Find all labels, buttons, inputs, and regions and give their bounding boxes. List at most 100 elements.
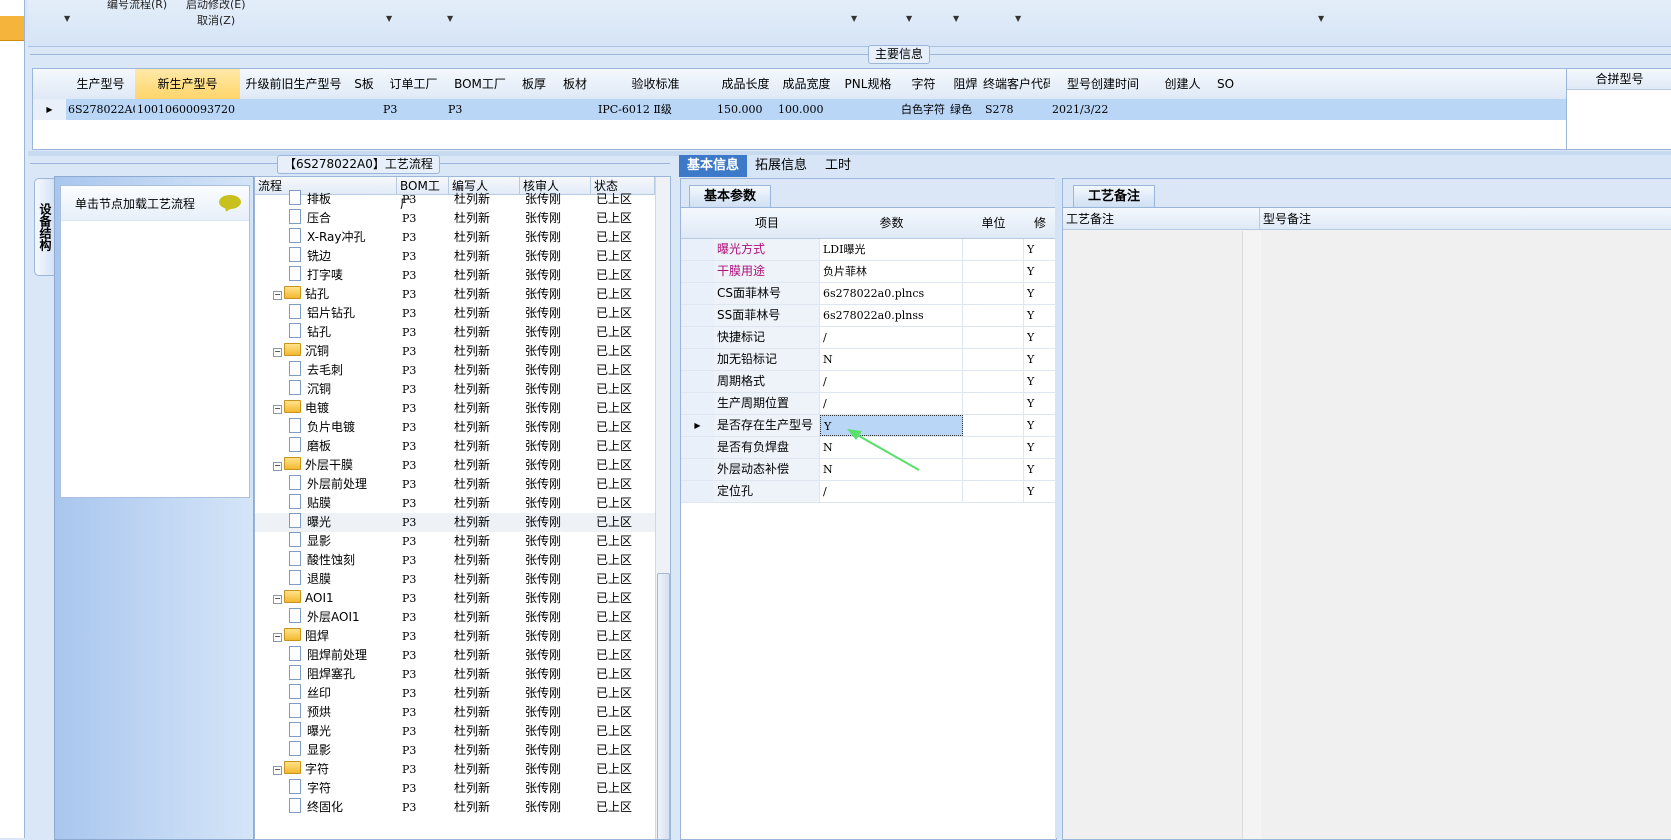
param-value-cell[interactable]: 负片菲林	[820, 261, 963, 282]
main-col-header[interactable]: 升级前旧生产型号	[240, 69, 348, 99]
tab-1[interactable]: 拓展信息	[747, 155, 815, 177]
process-row[interactable]: 打字唛 P3 杜列新 张传刚 已上区	[255, 266, 655, 285]
process-row[interactable]: 显影 P3 杜列新 张传刚 已上区	[255, 532, 655, 551]
main-cell[interactable]	[242, 99, 347, 120]
param-value-cell[interactable]: LDI曝光	[820, 239, 963, 260]
process-row[interactable]: 去毛刺 P3 杜列新 张传刚 已上区	[255, 361, 655, 380]
remark-scrollbar[interactable]	[1242, 231, 1261, 839]
main-cell[interactable]	[839, 99, 899, 120]
param-col-header[interactable]: 修	[1024, 208, 1057, 239]
main-col-header[interactable]: 型号创建时间	[1050, 69, 1157, 99]
main-col-header[interactable]: PNL规格	[837, 69, 900, 99]
main-cell[interactable]: 150.000	[717, 99, 776, 120]
process-row[interactable]: 丝印 P3 杜列新 张传刚 已上区	[255, 684, 655, 703]
param-row[interactable]: SS面菲林号 6s278022a0.plnss Y	[681, 305, 1056, 327]
dropdown-arrow-icon[interactable]: ▼	[953, 14, 959, 23]
process-row[interactable]: 沉铜 P3 杜列新 张传刚 已上区	[255, 380, 655, 399]
process-row[interactable]: 铝片钻孔 P3 杜列新 张传刚 已上区	[255, 304, 655, 323]
param-col-header[interactable]: 单位	[963, 208, 1025, 239]
process-row[interactable]: 钻孔 P3 杜列新 张传刚 已上区	[255, 323, 655, 342]
main-cell[interactable]: P3	[383, 99, 446, 120]
main-col-header[interactable]: 板材	[554, 69, 597, 99]
main-cell[interactable]: S278	[985, 99, 1050, 120]
process-row[interactable]: 终固化 P3 杜列新 张传刚 已上区	[255, 798, 655, 817]
main-col-header[interactable]: 验收标准	[596, 69, 716, 99]
param-value-cell[interactable]: N	[820, 459, 963, 480]
toolbar-number-process[interactable]: 编号流程(R)	[107, 0, 167, 12]
main-cell[interactable]: IPC-6012 Ⅱ级	[598, 99, 715, 120]
param-value-cell[interactable]: N	[820, 437, 963, 458]
param-value-cell[interactable]: N	[820, 349, 963, 370]
param-col-header[interactable]: 参数	[820, 208, 964, 239]
process-row[interactable]: 外层AOI1 P3 杜列新 张传刚 已上区	[255, 608, 655, 627]
collapse-icon[interactable]: −	[273, 633, 282, 642]
tab-process-remark[interactable]: 工艺备注	[1073, 185, 1156, 207]
main-col-header[interactable]: 终端客户代码	[983, 69, 1051, 99]
equipment-structure-tab[interactable]: 设备结构	[34, 178, 55, 276]
dropdown-arrow-icon[interactable]: ▼	[1015, 14, 1021, 23]
model-remark-header[interactable]: 型号备注	[1260, 208, 1671, 230]
process-row[interactable]: 排板 P3 杜列新 张传刚 已上区	[255, 190, 655, 209]
dropdown-arrow-icon[interactable]: ▼	[447, 14, 453, 23]
process-row[interactable]: 退膜 P3 杜列新 张传刚 已上区	[255, 570, 655, 589]
process-row[interactable]: X-Ray冲孔 P3 杜列新 张传刚 已上区	[255, 228, 655, 247]
param-row[interactable]: 加无铅标记 N Y	[681, 349, 1056, 371]
collapse-icon[interactable]: −	[273, 595, 282, 604]
process-row[interactable]: − 沉铜 P3 杜列新 张传刚 已上区	[255, 342, 655, 361]
param-row[interactable]: ▶ 是否存在生产型号 Y Y	[681, 415, 1056, 437]
dropdown-arrow-icon[interactable]: ▼	[64, 14, 70, 23]
main-cell[interactable]: P3	[448, 99, 514, 120]
process-row[interactable]: 负片电镀 P3 杜列新 张传刚 已上区	[255, 418, 655, 437]
tab-2[interactable]: 工时	[817, 155, 859, 177]
orange-side-tab[interactable]	[0, 16, 24, 41]
collapse-icon[interactable]: −	[273, 462, 282, 471]
param-value-cell[interactable]: /	[820, 327, 963, 348]
toolbar-cancel[interactable]: 取消(Z)	[197, 12, 235, 28]
process-row[interactable]: − 电镀 P3 杜列新 张传刚 已上区	[255, 399, 655, 418]
main-col-header[interactable]: S板	[347, 69, 382, 99]
main-cell[interactable]: 2021/3/22	[1052, 99, 1156, 120]
main-col-header[interactable]: 订单工厂	[381, 69, 447, 99]
main-cell[interactable]	[516, 99, 554, 120]
process-row[interactable]: 外层前处理 P3 杜列新 张传刚 已上区	[255, 475, 655, 494]
process-row[interactable]: 预烘 P3 杜列新 张传刚 已上区	[255, 703, 655, 722]
process-row[interactable]: 曝光 P3 杜列新 张传刚 已上区	[255, 513, 655, 532]
main-cell[interactable]	[1158, 99, 1209, 120]
param-row[interactable]: 快捷标记 / Y	[681, 327, 1056, 349]
param-col-header[interactable]: 项目	[714, 208, 821, 239]
vertical-splitter[interactable]	[1055, 178, 1061, 838]
param-row[interactable]: 是否有负焊盘 N Y	[681, 437, 1056, 459]
collapse-icon[interactable]: −	[273, 348, 282, 357]
process-row[interactable]: 字符 P3 杜列新 张传刚 已上区	[255, 779, 655, 798]
main-cell[interactable]: 白色字符	[901, 99, 948, 120]
main-col-header[interactable]: 字符	[899, 69, 949, 99]
collapse-icon[interactable]: −	[273, 291, 282, 300]
param-value-cell[interactable]: Y	[820, 415, 963, 436]
main-col-header[interactable]: 新生产型号	[135, 69, 241, 99]
process-remark-field[interactable]	[1063, 231, 1261, 839]
param-row[interactable]: 曝光方式 LDI曝光 Y	[681, 239, 1056, 261]
main-col-header[interactable]: 成品宽度	[776, 69, 838, 99]
main-col-header[interactable]: 阻焊	[948, 69, 984, 99]
param-row[interactable]: 定位孔 / Y	[681, 481, 1056, 503]
toolbar-start-edit[interactable]: 启动修改(E)	[186, 0, 246, 12]
process-row[interactable]: 磨板 P3 杜列新 张传刚 已上区	[255, 437, 655, 456]
param-value-cell[interactable]: 6s278022a0.plnss	[820, 305, 963, 326]
process-remark-header[interactable]: 工艺备注	[1063, 208, 1260, 230]
main-cell[interactable]: 10010600093720	[137, 99, 240, 120]
process-row[interactable]: 阻焊塞孔 P3 杜列新 张传刚 已上区	[255, 665, 655, 684]
main-cell[interactable]	[1211, 99, 1242, 120]
process-row[interactable]: − 字符 P3 杜列新 张传刚 已上区	[255, 760, 655, 779]
tree-scrollbar-thumb[interactable]	[657, 573, 670, 839]
tab-basic-params[interactable]: 基本参数	[689, 185, 772, 207]
main-col-header[interactable]: 板厚	[514, 69, 555, 99]
process-row[interactable]: 酸性蚀刻 P3 杜列新 张传刚 已上区	[255, 551, 655, 570]
process-load-header[interactable]: 单击节点加载工艺流程	[61, 186, 249, 221]
main-col-header[interactable]: SO	[1209, 69, 1243, 99]
param-row[interactable]: 干膜用途 负片菲林 Y	[681, 261, 1056, 283]
process-row[interactable]: 贴膜 P3 杜列新 张传刚 已上区	[255, 494, 655, 513]
process-row[interactable]: − 外层干膜 P3 杜列新 张传刚 已上区	[255, 456, 655, 475]
main-col-header[interactable]: 创建人	[1156, 69, 1210, 99]
param-row[interactable]: 外层动态补偿 N Y	[681, 459, 1056, 481]
param-value-cell[interactable]: /	[820, 481, 963, 502]
